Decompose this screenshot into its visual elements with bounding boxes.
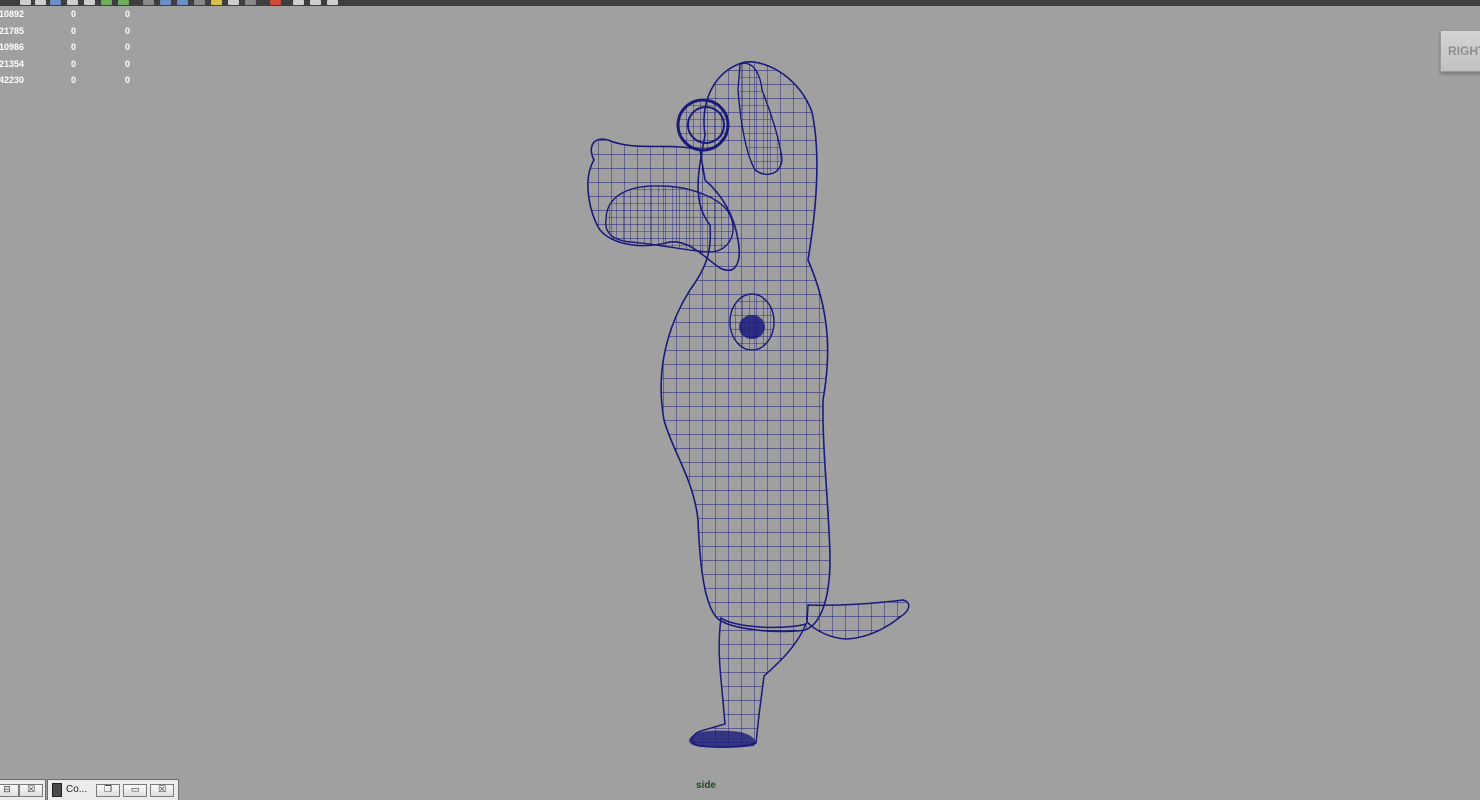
maximize-button[interactable]: ▭	[123, 784, 147, 797]
close-button[interactable]: ☒	[19, 784, 43, 797]
wireframe-model[interactable]	[0, 0, 1480, 800]
minimized-windows-bar: ⊟ ☒ Co... ❐ ▭ ☒	[0, 779, 180, 800]
restore-button[interactable]: ❐	[96, 784, 120, 797]
restore-button[interactable]: ⊟	[0, 784, 19, 797]
belly-spot-core	[739, 315, 765, 339]
window-title: Co...	[66, 784, 88, 795]
minimized-window-2[interactable]: Co... ❐ ▭ ☒	[47, 779, 179, 800]
app-icon	[52, 783, 62, 797]
leg-mesh	[691, 616, 808, 748]
camera-name-label: side	[695, 780, 716, 791]
minimized-window-1[interactable]: ⊟ ☒	[0, 779, 46, 800]
close-button[interactable]: ☒	[150, 784, 174, 797]
